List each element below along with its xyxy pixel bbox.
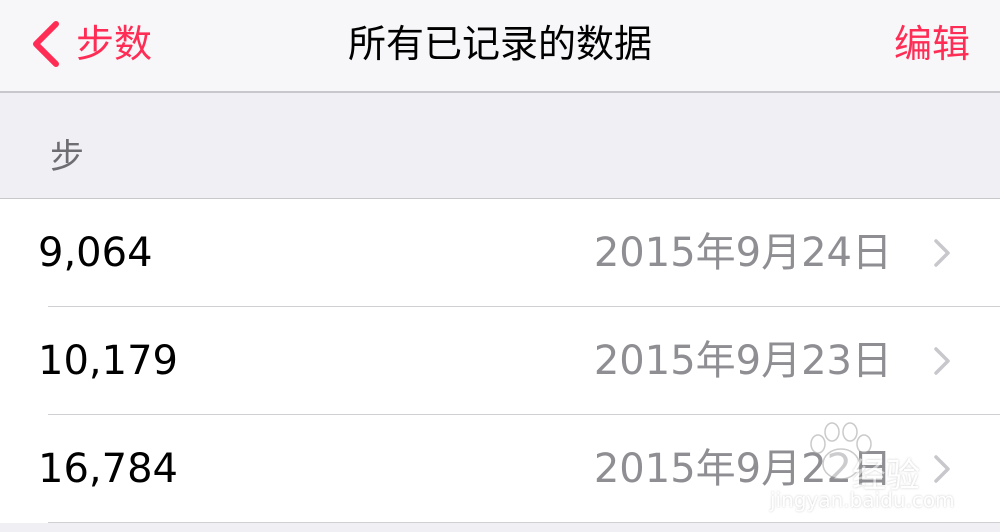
step-count-value: 10,179 — [38, 338, 178, 384]
screen: 步数 所有已记录的数据 编辑 步 9,064 2015年9月24日 10,179… — [0, 0, 1000, 532]
edit-button[interactable]: 编辑 — [894, 16, 970, 72]
record-date: 2015年9月24日 — [593, 230, 892, 276]
step-count-value: 9,064 — [38, 230, 153, 276]
chevron-right-icon — [934, 347, 950, 375]
chevron-right-icon — [934, 455, 950, 483]
record-date: 2015年9月23日 — [593, 338, 892, 384]
navigation-bar: 步数 所有已记录的数据 编辑 — [0, 0, 1000, 93]
list-item[interactable]: 16,784 2015年9月22日 — [0, 415, 1000, 523]
section-header: 步 — [0, 93, 1000, 199]
list-item[interactable]: 9,064 2015年9月24日 — [0, 199, 1000, 307]
chevron-right-icon — [934, 239, 950, 267]
data-list: 9,064 2015年9月24日 10,179 2015年9月23日 16,78… — [0, 199, 1000, 523]
back-button-label: 步数 — [76, 22, 153, 66]
back-button[interactable]: 步数 — [28, 16, 152, 72]
step-count-value: 16,784 — [38, 446, 178, 492]
record-date: 2015年9月22日 — [593, 446, 892, 492]
chevron-left-icon — [33, 21, 59, 67]
section-title: 步 — [50, 137, 84, 177]
list-item[interactable]: 10,179 2015年9月23日 — [0, 307, 1000, 415]
